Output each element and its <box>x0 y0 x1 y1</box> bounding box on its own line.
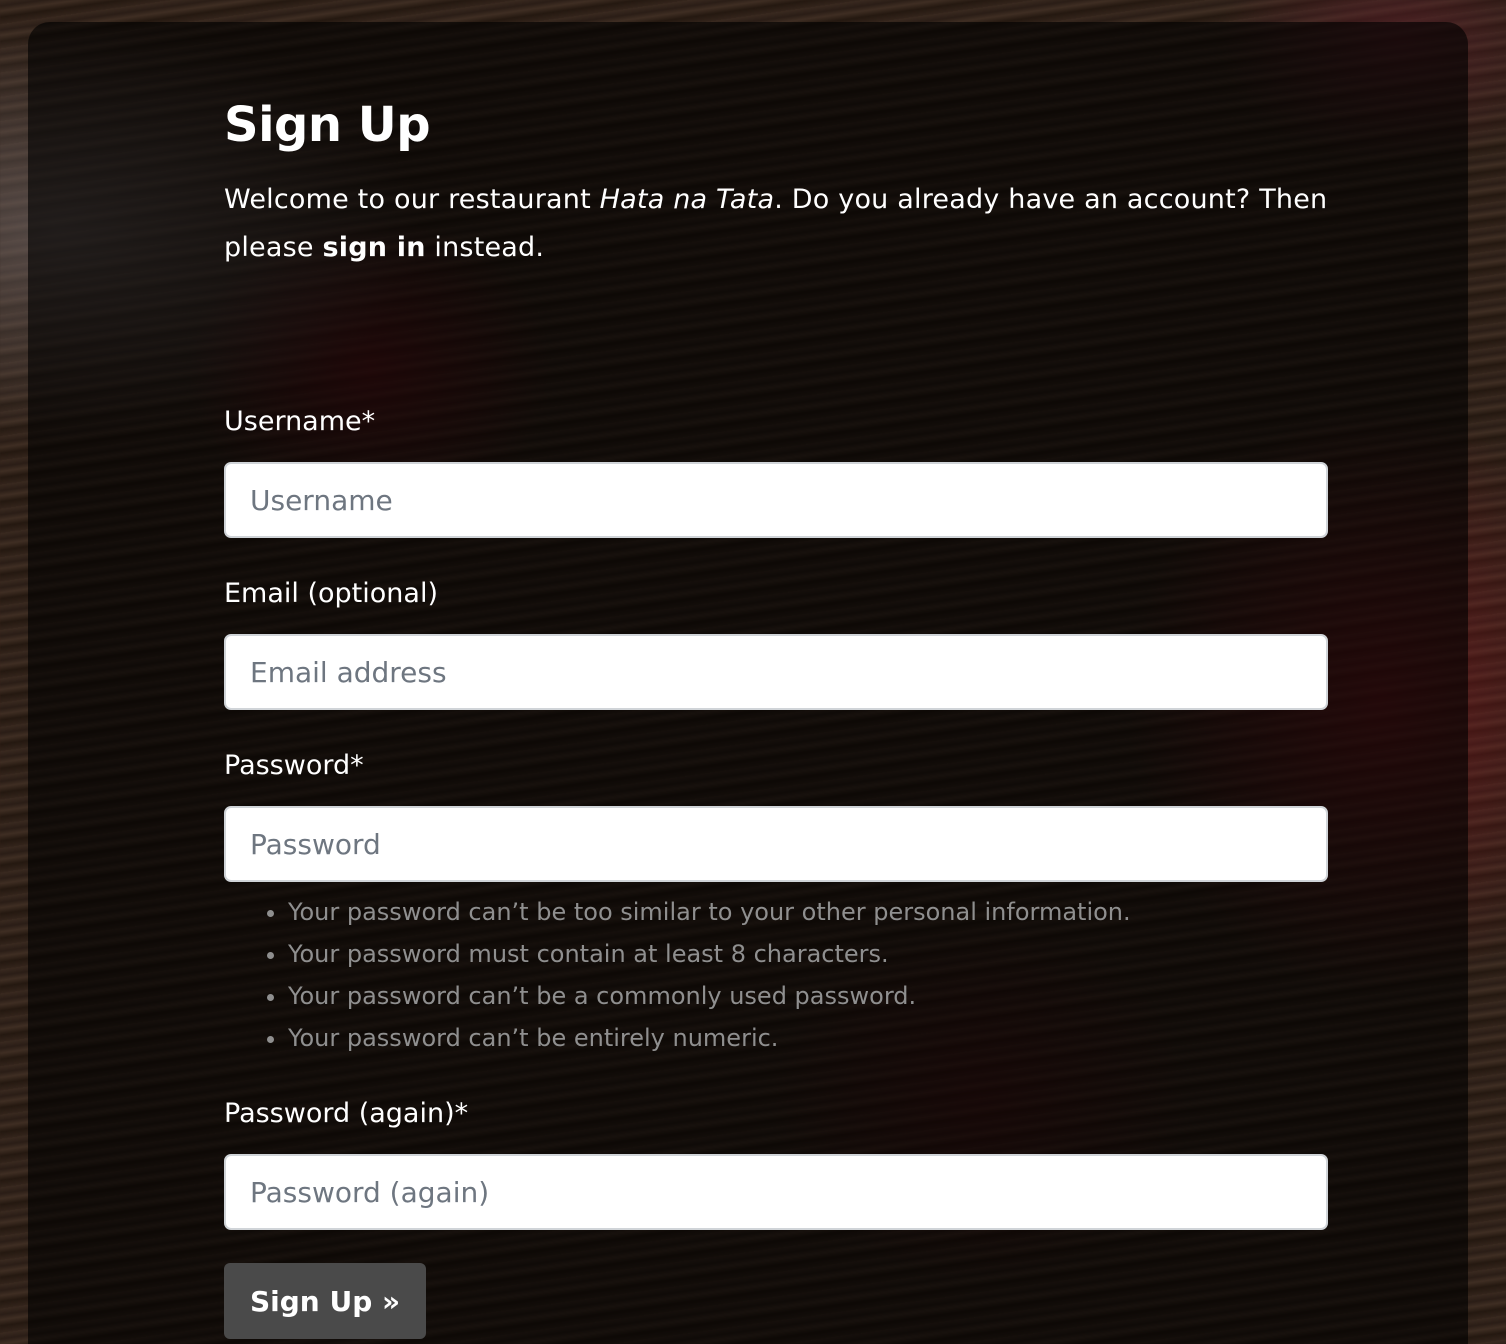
password-again-input[interactable] <box>224 1154 1328 1230</box>
restaurant-name: Hata na Tata <box>599 184 775 215</box>
username-input[interactable] <box>224 462 1328 538</box>
signup-content: Sign Up Welcome to our restaurant Hata n… <box>224 92 1328 1339</box>
password-again-group: Password (again)* <box>224 1096 1328 1230</box>
username-group: Username* <box>224 404 1328 538</box>
sign-in-link[interactable]: sign in <box>322 232 425 263</box>
page-title: Sign Up <box>224 97 431 153</box>
email-group: Email (optional) <box>224 576 1328 710</box>
intro-part-1: Welcome to our restaurant <box>224 184 600 215</box>
email-label: Email (optional) <box>224 578 438 609</box>
username-label: Username* <box>224 406 376 437</box>
password-help-item: Your password must contain at least 8 ch… <box>288 933 1131 975</box>
email-input[interactable] <box>224 634 1328 710</box>
password-help-list: Your password can’t be too similar to yo… <box>224 891 1131 1059</box>
intro-text: Welcome to our restaurant Hata na Tata. … <box>224 176 1328 272</box>
password-input[interactable] <box>224 806 1328 882</box>
signup-panel: Sign Up Welcome to our restaurant Hata n… <box>28 22 1468 1344</box>
password-help-item: Your password can’t be entirely numeric. <box>288 1017 1131 1059</box>
password-again-label: Password (again)* <box>224 1098 469 1129</box>
sign-up-button[interactable]: Sign Up » <box>224 1263 427 1339</box>
password-group: Password* <box>224 748 1328 882</box>
password-help-item: Your password can’t be a commonly used p… <box>288 975 1131 1017</box>
intro-part-3: instead. <box>425 232 545 263</box>
password-label: Password* <box>224 750 364 781</box>
password-help-item: Your password can’t be too similar to yo… <box>288 891 1131 933</box>
